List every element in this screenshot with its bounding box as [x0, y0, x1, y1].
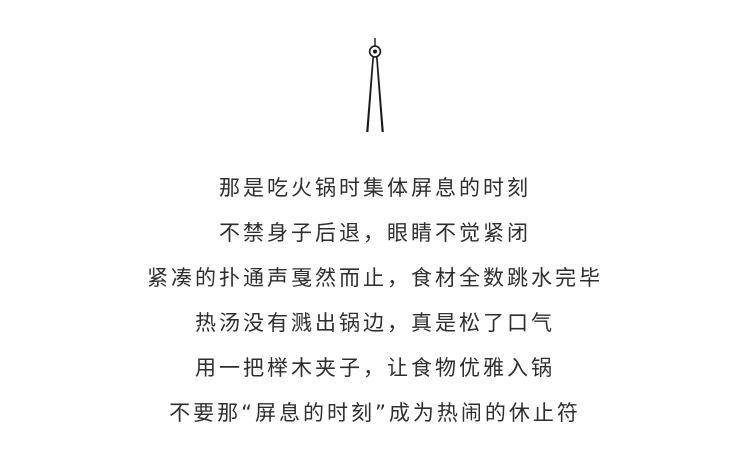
poem-line: 用一把榉木夹子，让食物优雅入锅: [195, 356, 555, 380]
poem-line: 不禁身子后退，眼睛不觉紧闭: [219, 221, 531, 245]
tongs-icon: [366, 38, 384, 132]
poem-text: 那是吃火锅时集体屏息的时刻 不禁身子后退，眼睛不觉紧闭 紧凑的扑通声戛然而止，食…: [0, 166, 750, 436]
poster-canvas: 那是吃火锅时集体屏息的时刻 不禁身子后退，眼睛不觉紧闭 紧凑的扑通声戛然而止，食…: [0, 0, 750, 454]
poem-line: 那是吃火锅时集体屏息的时刻: [219, 176, 531, 200]
poem-line: 热汤没有溅出锅边，真是松了口气: [195, 311, 555, 335]
poem-line: 不要那“屏息的时刻”成为热闹的休止符: [169, 401, 581, 425]
poem-line: 紧凑的扑通声戛然而止，食材全数跳水完毕: [147, 266, 603, 290]
